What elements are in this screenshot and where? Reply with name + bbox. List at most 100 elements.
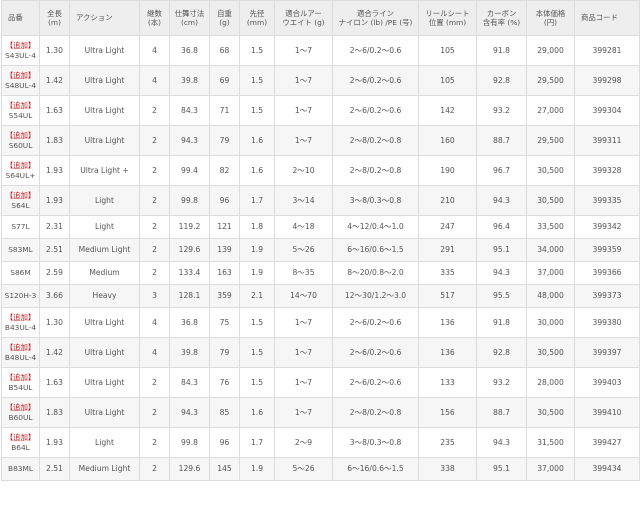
table-body: 【追加】 S43UL-4 1.30 Ultra Light 4 36.8 68 1.5 1〜7 2…	[1, 35, 640, 481]
table-cell: 2.59	[39, 261, 70, 285]
table-cell: 1〜7	[274, 307, 333, 338]
model-cell: 【追加】 B54UL	[1, 367, 40, 398]
table-cell: 1.9	[239, 457, 275, 481]
table-cell: 6〜16/0.6〜1.5	[332, 238, 419, 262]
table-row: 【追加】 S48UL-4 1.42 Ultra Light 4 39.8 69 1.5 1〜7 2…	[1, 65, 640, 96]
model-cell: 【追加】 B48UL-4	[1, 337, 40, 368]
table-cell: 1〜7	[274, 95, 333, 126]
table-cell: 93.2	[476, 367, 527, 398]
model-cell: 【追加】 B64L	[1, 427, 40, 458]
model-name: S120H-3	[4, 291, 37, 301]
table-cell: 399403	[574, 367, 640, 398]
table-cell: Ultra Light	[69, 367, 140, 398]
table-cell: 338	[418, 457, 477, 481]
table-cell: 139	[209, 238, 240, 262]
table-cell: 4〜18	[274, 215, 333, 239]
column-header: 全長 (m)	[39, 0, 70, 36]
model-cell: 【追加】 S64UL+	[1, 155, 40, 186]
table-row: 【追加】 B48UL-4 1.42 Ultra Light 4 39.8 79 1.5 1〜7 2…	[1, 337, 640, 368]
model-name: S86M	[10, 268, 31, 278]
column-header-text: 適合ルアー	[285, 8, 322, 18]
table-cell: 30,500	[526, 185, 575, 216]
column-header-text: 自重	[217, 8, 232, 18]
model-name: S48UL-4	[5, 80, 36, 90]
table-cell: 1.8	[239, 215, 275, 239]
column-header: 自重 (g)	[209, 0, 240, 36]
model-cell: S83ML	[1, 238, 40, 262]
model-cell: 【追加】 S54UL	[1, 95, 40, 126]
table-cell: 31,500	[526, 427, 575, 458]
table-cell: 4	[139, 337, 170, 368]
added-badge: 【追加】	[5, 191, 36, 201]
column-header: 適合ライン ナイロン (lb) /PE (号)	[332, 0, 419, 36]
table-cell: 2	[139, 95, 170, 126]
table-cell: 96.4	[476, 215, 527, 239]
table-cell: 93.2	[476, 95, 527, 126]
table-cell: 399434	[574, 457, 640, 481]
table-cell: 30,500	[526, 397, 575, 428]
table-cell: 39.8	[169, 65, 210, 96]
table-cell: 94.3	[476, 185, 527, 216]
table-cell: 2〜8/0.2〜0.8	[332, 125, 419, 156]
table-cell: 1.83	[39, 397, 70, 428]
table-cell: 1〜7	[274, 397, 333, 428]
model-name: B43UL-4	[4, 322, 37, 332]
table-cell: 1.93	[39, 155, 70, 186]
model-cell: 【追加】 S64L	[1, 185, 40, 216]
table-cell: 96	[209, 427, 240, 458]
model-name: B48UL-4	[4, 352, 37, 362]
table-cell: 119.2	[169, 215, 210, 239]
table-row: S83ML 2.51 Medium Light 2 129.6 139 1.9 5〜26 6〜1…	[1, 238, 640, 262]
column-header-text: (円)	[543, 18, 558, 27]
added-badge: 【追加】	[5, 41, 36, 51]
table-cell: 1.63	[39, 367, 70, 398]
column-header: 品番	[1, 0, 40, 36]
table-cell: 2	[139, 238, 170, 262]
table-cell: 85	[209, 397, 240, 428]
table-cell: 94.3	[169, 125, 210, 156]
table-cell: 2〜6/0.2〜0.6	[332, 367, 419, 398]
table-cell: 4	[139, 65, 170, 96]
model-cell: S86M	[1, 261, 40, 285]
table-cell: 1.42	[39, 337, 70, 368]
table-cell: 4	[139, 35, 170, 66]
table-cell: Medium Light	[69, 457, 140, 481]
table-cell: 3〜14	[274, 185, 333, 216]
table-cell: 96.7	[476, 155, 527, 186]
column-header-text: (本)	[147, 18, 162, 27]
table-cell: 88.7	[476, 125, 527, 156]
table-cell: 37,000	[526, 261, 575, 285]
table-cell: 95.1	[476, 238, 527, 262]
table-cell: 1.5	[239, 95, 275, 126]
table-cell: 133	[418, 367, 477, 398]
table-cell: 29,000	[526, 35, 575, 66]
table-cell: 145	[209, 457, 240, 481]
table-cell: 3	[139, 284, 170, 308]
table-cell: 96	[209, 185, 240, 216]
table-cell: Ultra Light	[69, 65, 140, 96]
added-badge: 【追加】	[5, 403, 36, 413]
table-cell: Ultra Light	[69, 307, 140, 338]
table-cell: 36.8	[169, 307, 210, 338]
table-cell: 1.93	[39, 185, 70, 216]
table-cell: 105	[418, 65, 477, 96]
table-cell: 1.6	[239, 155, 275, 186]
table-row: S86M 2.59 Medium 2 133.4 163 1.9 8〜35 8〜20/0.8〜2…	[1, 261, 640, 285]
table-cell: 1.30	[39, 307, 70, 338]
table-cell: 136	[418, 307, 477, 338]
table-cell: 37,000	[526, 457, 575, 481]
table-cell: 1.9	[239, 238, 275, 262]
table-cell: 142	[418, 95, 477, 126]
column-header-text: ナイロン (lb) /PE (号)	[338, 18, 413, 27]
table-cell: 1〜7	[274, 367, 333, 398]
table-cell: 8〜20/0.8〜2.0	[332, 261, 419, 285]
column-header: 本体価格 (円)	[526, 0, 575, 36]
table-cell: 1〜7	[274, 337, 333, 368]
table-cell: 1.7	[239, 185, 275, 216]
table-cell: 2.1	[239, 284, 275, 308]
table-cell: 84.3	[169, 95, 210, 126]
table-cell: 33,500	[526, 215, 575, 239]
model-cell: 【追加】 S43UL-4	[1, 35, 40, 66]
added-badge: 【追加】	[5, 131, 36, 141]
model-name: B54UL	[8, 382, 33, 392]
